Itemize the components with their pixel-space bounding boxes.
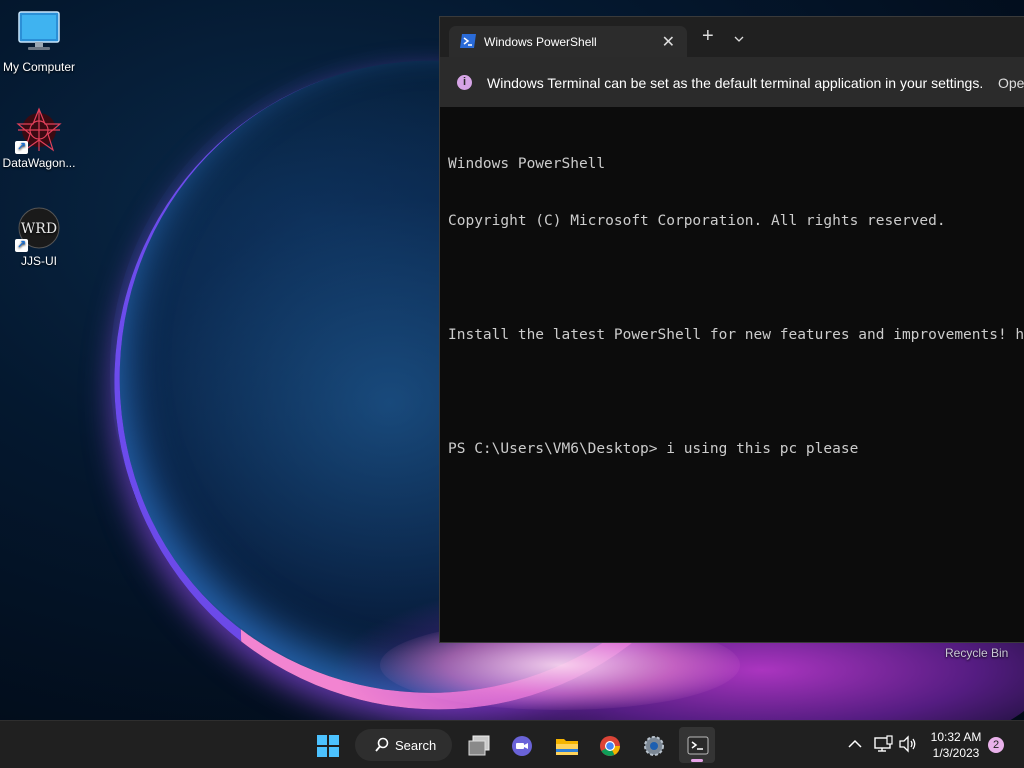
chevron-up-icon[interactable] [844, 733, 866, 755]
console-line: ​ [448, 383, 1024, 402]
shortcut-arrow-icon: ↗ [15, 239, 28, 252]
search-label: Search [395, 738, 437, 753]
chevron-down-icon[interactable] [734, 30, 744, 48]
monitor-icon [15, 10, 63, 58]
console-output[interactable]: Windows PowerShell Copyright (C) Microso… [448, 117, 1024, 497]
settings-button[interactable] [635, 727, 671, 763]
terminal-icon [687, 735, 709, 755]
datawagon-icon: ↗ [15, 106, 63, 154]
notification-badge[interactable]: 2 [988, 737, 1004, 753]
info-icon: i [457, 75, 472, 90]
jjs-ui-icon: WRD ↗ [15, 204, 63, 252]
console-line: Windows PowerShell [448, 156, 606, 172]
terminal-button[interactable] [679, 727, 715, 763]
tab-windows-powershell[interactable]: Windows PowerShell ✕ [449, 26, 687, 57]
clock-date: 1/3/2023 [932, 746, 980, 760]
console-line: ​ [448, 269, 1024, 288]
file-explorer-icon [555, 735, 578, 755]
network-icon[interactable] [872, 733, 894, 755]
desktop-icon-my-computer[interactable]: My Computer [0, 10, 78, 74]
desktop-icon-datawagon[interactable]: ↗ DataWagon... [0, 106, 78, 170]
close-tab-icon[interactable]: ✕ [662, 32, 675, 52]
taskbar-clock[interactable]: 10:32 AM 1/3/2023 [926, 729, 986, 761]
teams-chat-icon [511, 735, 532, 756]
teams-chat-button[interactable] [503, 727, 539, 763]
active-app-indicator [691, 759, 703, 762]
settings-icon [643, 735, 664, 756]
console-prompt-line[interactable]: PS C:\Users\VM6\Desktop> i using this pc… [448, 440, 1024, 459]
task-view-button[interactable] [460, 727, 496, 763]
shortcut-arrow-icon: ↗ [15, 141, 28, 154]
file-explorer-button[interactable] [547, 727, 583, 763]
powershell-icon [460, 34, 476, 48]
volume-icon[interactable] [897, 733, 919, 755]
start-button[interactable] [309, 727, 345, 763]
default-terminal-infobar: i Windows Terminal can be set as the def… [440, 57, 1024, 107]
open-settings-link[interactable]: Ope [998, 75, 1024, 91]
chrome-icon [599, 735, 620, 756]
search-icon [375, 737, 389, 753]
desktop-icon-label: My Computer [2, 60, 76, 74]
desktop-icon-label: JJS-UI [21, 254, 57, 268]
taskbar: Search 10:32 AM 1/3/2023 2 [0, 720, 1024, 768]
new-tab-button[interactable]: + [702, 26, 714, 46]
clock-time: 10:32 AM [930, 730, 982, 744]
recycle-bin-label[interactable]: Recycle Bin [945, 646, 1008, 660]
desktop-icon-label: DataWagon... [2, 156, 76, 170]
taskbar-search-button[interactable]: Search [355, 729, 452, 761]
infobar-message: Windows Terminal can be set as the defau… [487, 75, 984, 91]
terminal-titlebar[interactable]: Windows PowerShell ✕ + [440, 17, 1024, 57]
start-icon [317, 735, 339, 757]
task-view-icon [468, 735, 490, 756]
chrome-button[interactable] [591, 727, 627, 763]
terminal-window[interactable]: Windows PowerShell ✕ + i Windows Termina… [439, 16, 1024, 643]
console-line: Install the latest PowerShell for new fe… [448, 327, 1024, 343]
tab-title: Windows PowerShell [484, 35, 597, 49]
jjs-ui-icon-text: WRD [21, 221, 57, 237]
console-line: Copyright (C) Microsoft Corporation. All… [448, 213, 946, 229]
desktop-icon-jjs-ui[interactable]: WRD ↗ JJS-UI [0, 204, 78, 268]
